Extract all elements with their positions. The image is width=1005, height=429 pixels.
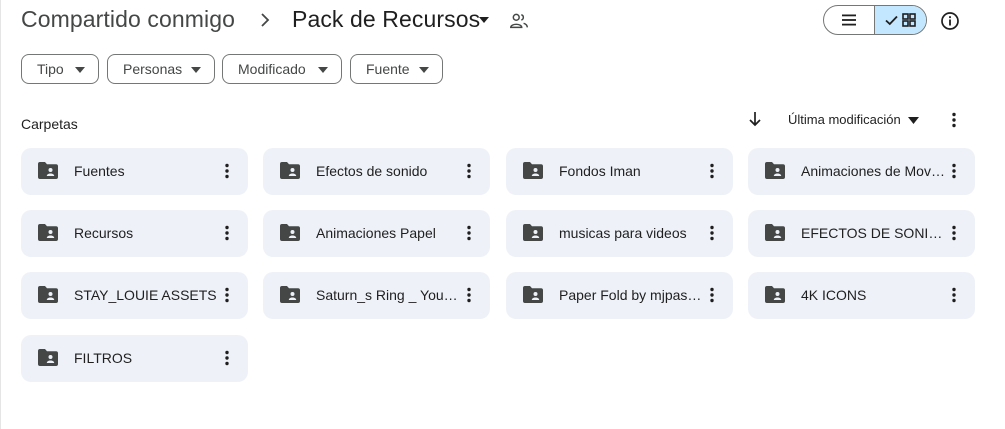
shared-folder-icon [523, 286, 543, 303]
folder-name: Fondos Iman [559, 163, 641, 179]
page-edge [0, 0, 1, 429]
more-vertical-icon[interactable] [459, 285, 479, 305]
filter-type-chip[interactable]: Tipo [21, 54, 99, 84]
breadcrumb-current[interactable]: Pack de Recursos [292, 6, 480, 33]
folder-name: Recursos [74, 225, 134, 241]
folder-card[interactable]: musicas para videos [506, 210, 733, 257]
folder-name: 4K ICONS [801, 287, 867, 303]
shared-folder-icon [765, 162, 785, 179]
folder-name: STAY_LOUIE ASSETS [74, 287, 217, 303]
more-vertical-icon[interactable] [944, 223, 964, 243]
more-vertical-icon[interactable] [217, 161, 237, 181]
folder-name: EFECTOS DE SONIDO [801, 225, 945, 241]
caret-down-icon[interactable] [908, 117, 919, 124]
caret-down-icon[interactable] [478, 15, 490, 25]
more-vertical-icon[interactable] [459, 161, 479, 181]
shared-folder-icon [280, 162, 300, 179]
shared-folder-icon [38, 162, 58, 179]
caret-down-icon [75, 67, 85, 73]
more-vertical-icon[interactable] [459, 223, 479, 243]
folder-name: FILTROS [74, 350, 133, 366]
more-vertical-icon[interactable] [702, 223, 722, 243]
filter-source-chip[interactable]: Fuente [350, 54, 443, 84]
caret-down-icon [318, 67, 328, 73]
sort-label[interactable]: Última modificación [788, 112, 901, 127]
list-view-button[interactable] [824, 6, 875, 34]
more-vertical-icon[interactable] [702, 161, 722, 181]
folder-card[interactable]: FILTROS [21, 335, 248, 382]
header: Compartido conmigo Pack de Recursos [0, 0, 1005, 44]
grid-view-button[interactable] [875, 6, 926, 34]
folder-name: Animaciones Papel [316, 225, 436, 241]
filter-label: Personas [123, 61, 183, 77]
folder-card[interactable]: EFECTOS DE SONIDO [748, 210, 975, 257]
more-vertical-icon[interactable] [217, 223, 237, 243]
folder-card[interactable]: Recursos [21, 210, 248, 257]
folder-name: Fuentes [74, 163, 125, 179]
caret-down-icon [191, 67, 201, 73]
shared-folder-icon [38, 224, 58, 241]
shared-folder-icon [38, 349, 58, 366]
folder-name: Saturn_s Ring _ YouTube [316, 287, 460, 303]
check-icon [885, 15, 898, 25]
folder-card[interactable]: Fuentes [21, 148, 248, 195]
caret-down-icon [419, 67, 429, 73]
chevron-right-icon [261, 13, 270, 27]
folder-name: Efectos de sonido [316, 163, 428, 179]
list-view-icon [842, 14, 856, 26]
shared-folder-icon [280, 224, 300, 241]
more-vertical-icon[interactable] [217, 348, 237, 368]
more-vertical-icon[interactable] [702, 285, 722, 305]
shared-folder-icon [765, 224, 785, 241]
people-icon[interactable] [508, 10, 530, 32]
shared-folder-icon [765, 286, 785, 303]
folder-card[interactable]: Animaciones Papel [263, 210, 490, 257]
breadcrumb-parent[interactable]: Compartido conmigo [21, 6, 235, 33]
view-toggle [823, 5, 927, 35]
filter-label: Fuente [366, 61, 410, 77]
section-title: Carpetas [21, 116, 78, 132]
folder-card[interactable]: STAY_LOUIE ASSETS [21, 272, 248, 319]
filter-modified-chip[interactable]: Modificado [222, 54, 342, 84]
more-vertical-icon[interactable] [217, 285, 237, 305]
info-button[interactable] [937, 8, 963, 34]
folder-name: Animaciones de Movimiento [801, 163, 945, 179]
shared-folder-icon [523, 224, 543, 241]
arrow-down-icon[interactable] [746, 110, 764, 128]
filter-label: Modificado [238, 61, 306, 77]
info-icon [941, 12, 959, 30]
shared-folder-icon [523, 162, 543, 179]
folder-card[interactable]: Saturn_s Ring _ YouTube [263, 272, 490, 319]
folder-card[interactable]: Fondos Iman [506, 148, 733, 195]
shared-folder-icon [38, 286, 58, 303]
grid-view-icon [902, 13, 916, 27]
folder-name: musicas para videos [559, 225, 687, 241]
shared-folder-icon [280, 286, 300, 303]
folder-card[interactable]: 4K ICONS [748, 272, 975, 319]
folder-name: Paper Fold by mjpastor [559, 287, 703, 303]
more-vertical-icon[interactable] [944, 110, 964, 130]
filter-label: Tipo [37, 61, 64, 77]
folder-card[interactable]: Animaciones de Movimiento [748, 148, 975, 195]
folder-card[interactable]: Paper Fold by mjpastor [506, 272, 733, 319]
more-vertical-icon[interactable] [944, 161, 964, 181]
folder-card[interactable]: Efectos de sonido [263, 148, 490, 195]
more-vertical-icon[interactable] [944, 285, 964, 305]
filter-people-chip[interactable]: Personas [107, 54, 215, 84]
